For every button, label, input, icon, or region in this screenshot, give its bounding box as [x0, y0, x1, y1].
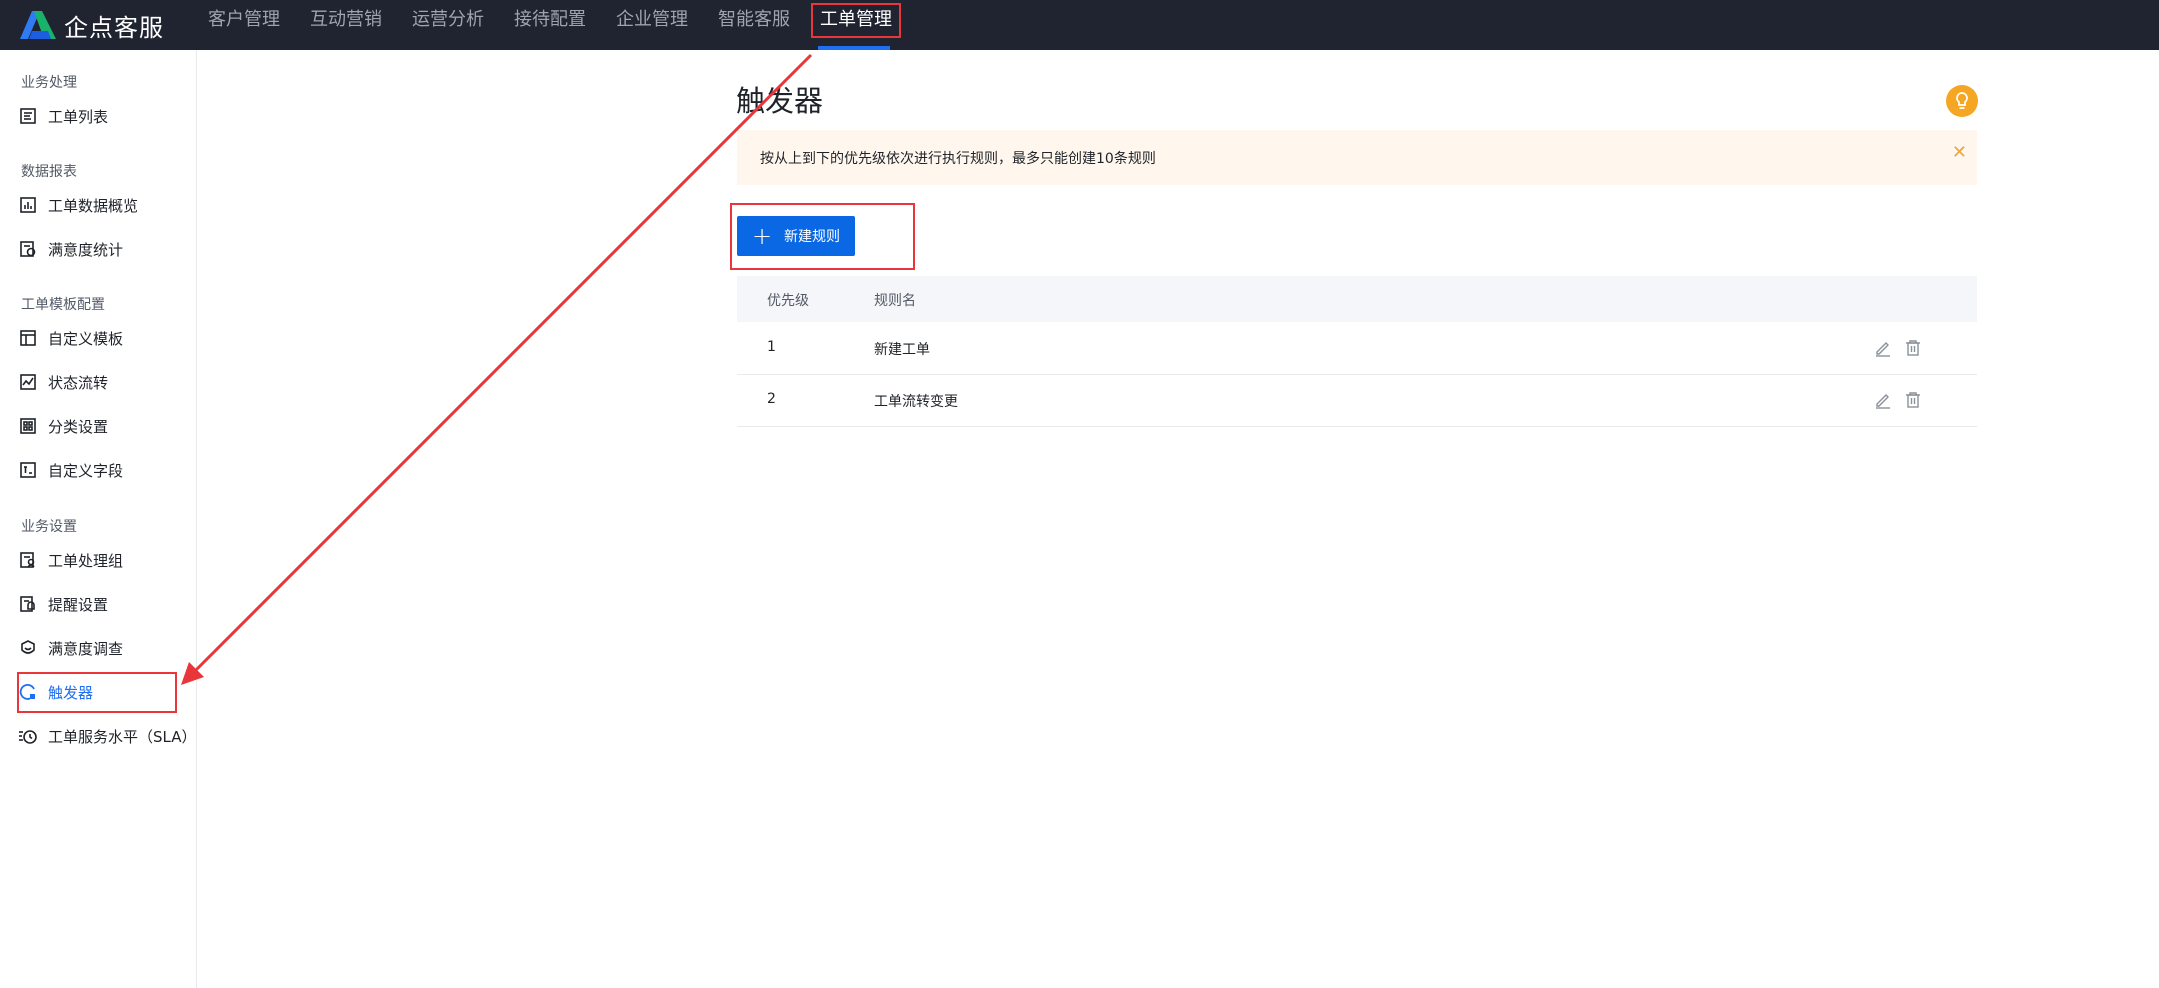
- group-icon: [18, 550, 38, 570]
- sidebar-group-title: 工单模板配置: [21, 297, 105, 313]
- cell-rule-name: 新建工单: [874, 342, 930, 358]
- satisfaction-stats-icon: [18, 239, 38, 259]
- top-navigation-bar: 企点客服 客户管理 互动营销 运营分析 接待配置 企业管理 智能客服 工单管理: [0, 0, 2159, 50]
- delete-icon[interactable]: [1904, 391, 1922, 409]
- sidebar-item-satisfaction-survey[interactable]: 满意度调查: [18, 630, 188, 666]
- reminder-icon: [18, 594, 38, 614]
- table-row[interactable]: 2 工单流转变更: [737, 374, 1977, 427]
- sidebar-item-label: 分类设置: [48, 417, 109, 436]
- sidebar-item-label: 满意度调查: [48, 639, 124, 658]
- nav-smart-service[interactable]: 智能客服: [718, 0, 790, 50]
- cell-priority: 1: [767, 339, 776, 355]
- cell-rule-name: 工单流转变更: [874, 394, 958, 410]
- sidebar-item-label: 状态流转: [48, 373, 109, 392]
- flow-icon: [18, 372, 38, 392]
- sidebar-item-label: 满意度统计: [48, 240, 124, 259]
- nav-operations-analysis[interactable]: 运营分析: [412, 0, 484, 50]
- chart-icon: [18, 195, 38, 215]
- brand-name: 企点客服: [64, 13, 164, 42]
- column-header-rule-name: 规则名: [874, 293, 916, 309]
- sidebar-item-reminder-settings[interactable]: 提醒设置: [18, 586, 188, 622]
- template-icon: [18, 328, 38, 348]
- sidebar-item-sla[interactable]: 工单服务水平（SLA）: [18, 718, 197, 754]
- nav-enterprise-management[interactable]: 企业管理: [616, 0, 688, 50]
- column-header-priority: 优先级: [767, 293, 809, 309]
- sidebar-item-label: 自定义模板: [48, 329, 124, 348]
- cell-priority: 2: [767, 391, 776, 407]
- edit-icon[interactable]: [1874, 391, 1892, 409]
- sidebar-item-custom-template[interactable]: 自定义模板: [18, 320, 188, 356]
- highlight-box-new-rule: [730, 203, 915, 270]
- highlight-box-trigger: [17, 672, 177, 713]
- category-icon: [18, 416, 38, 436]
- edit-icon[interactable]: [1874, 339, 1892, 357]
- nav-customer-management[interactable]: 客户管理: [208, 0, 280, 50]
- brand-logo[interactable]: 企点客服: [18, 6, 164, 44]
- field-icon: [18, 460, 38, 480]
- brand-logo-icon: [20, 11, 56, 39]
- notice-text: 按从上到下的优先级依次进行执行规则，最多只能创建10条规则: [760, 151, 1156, 167]
- lightbulb-icon[interactable]: [1946, 85, 1978, 117]
- sidebar-item-category-settings[interactable]: 分类设置: [18, 408, 188, 444]
- survey-icon: [18, 638, 38, 658]
- sidebar-group-title: 业务设置: [21, 519, 77, 535]
- sla-clock-icon: [18, 726, 38, 746]
- sidebar-item-handling-group[interactable]: 工单处理组: [18, 542, 188, 578]
- table-header: 优先级 规则名: [737, 276, 1977, 322]
- nav-active-indicator: [818, 46, 890, 50]
- page-title: 触发器: [736, 84, 824, 118]
- sidebar-item-label: 工单列表: [48, 107, 109, 126]
- sidebar-item-label: 工单数据概览: [48, 196, 139, 215]
- sidebar-item-label: 自定义字段: [48, 461, 124, 480]
- sidebar-item-label: 工单服务水平（SLA）: [48, 727, 197, 746]
- sidebar-item-label: 工单处理组: [48, 551, 124, 570]
- sidebar-item-label: 提醒设置: [48, 595, 109, 614]
- sidebar-group-title: 业务处理: [21, 75, 77, 91]
- sidebar-item-status-flow[interactable]: 状态流转: [18, 364, 188, 400]
- sidebar-item-custom-field[interactable]: 自定义字段: [18, 452, 188, 488]
- rule-notice-banner: 按从上到下的优先级依次进行执行规则，最多只能创建10条规则 ✕: [737, 130, 1977, 185]
- ticket-list-icon: [18, 106, 38, 126]
- sidebar-item-ticket-list[interactable]: 工单列表: [18, 98, 188, 134]
- sidebar-item-satisfaction-stats[interactable]: 满意度统计: [18, 231, 188, 267]
- highlight-box-ticket-management: [811, 3, 901, 38]
- close-icon[interactable]: ✕: [1952, 142, 1967, 163]
- nav-reception-config[interactable]: 接待配置: [514, 0, 586, 50]
- sidebar-item-ticket-data-overview[interactable]: 工单数据概览: [18, 187, 188, 223]
- delete-icon[interactable]: [1904, 339, 1922, 357]
- table-row[interactable]: 1 新建工单: [737, 322, 1977, 375]
- sidebar-group-title: 数据报表: [21, 164, 77, 180]
- sidebar: 业务处理 工单列表 数据报表 工单数据概览 满意度统计 工单模板配置 自定义模板…: [0, 50, 197, 988]
- nav-interactive-marketing[interactable]: 互动营销: [310, 0, 382, 50]
